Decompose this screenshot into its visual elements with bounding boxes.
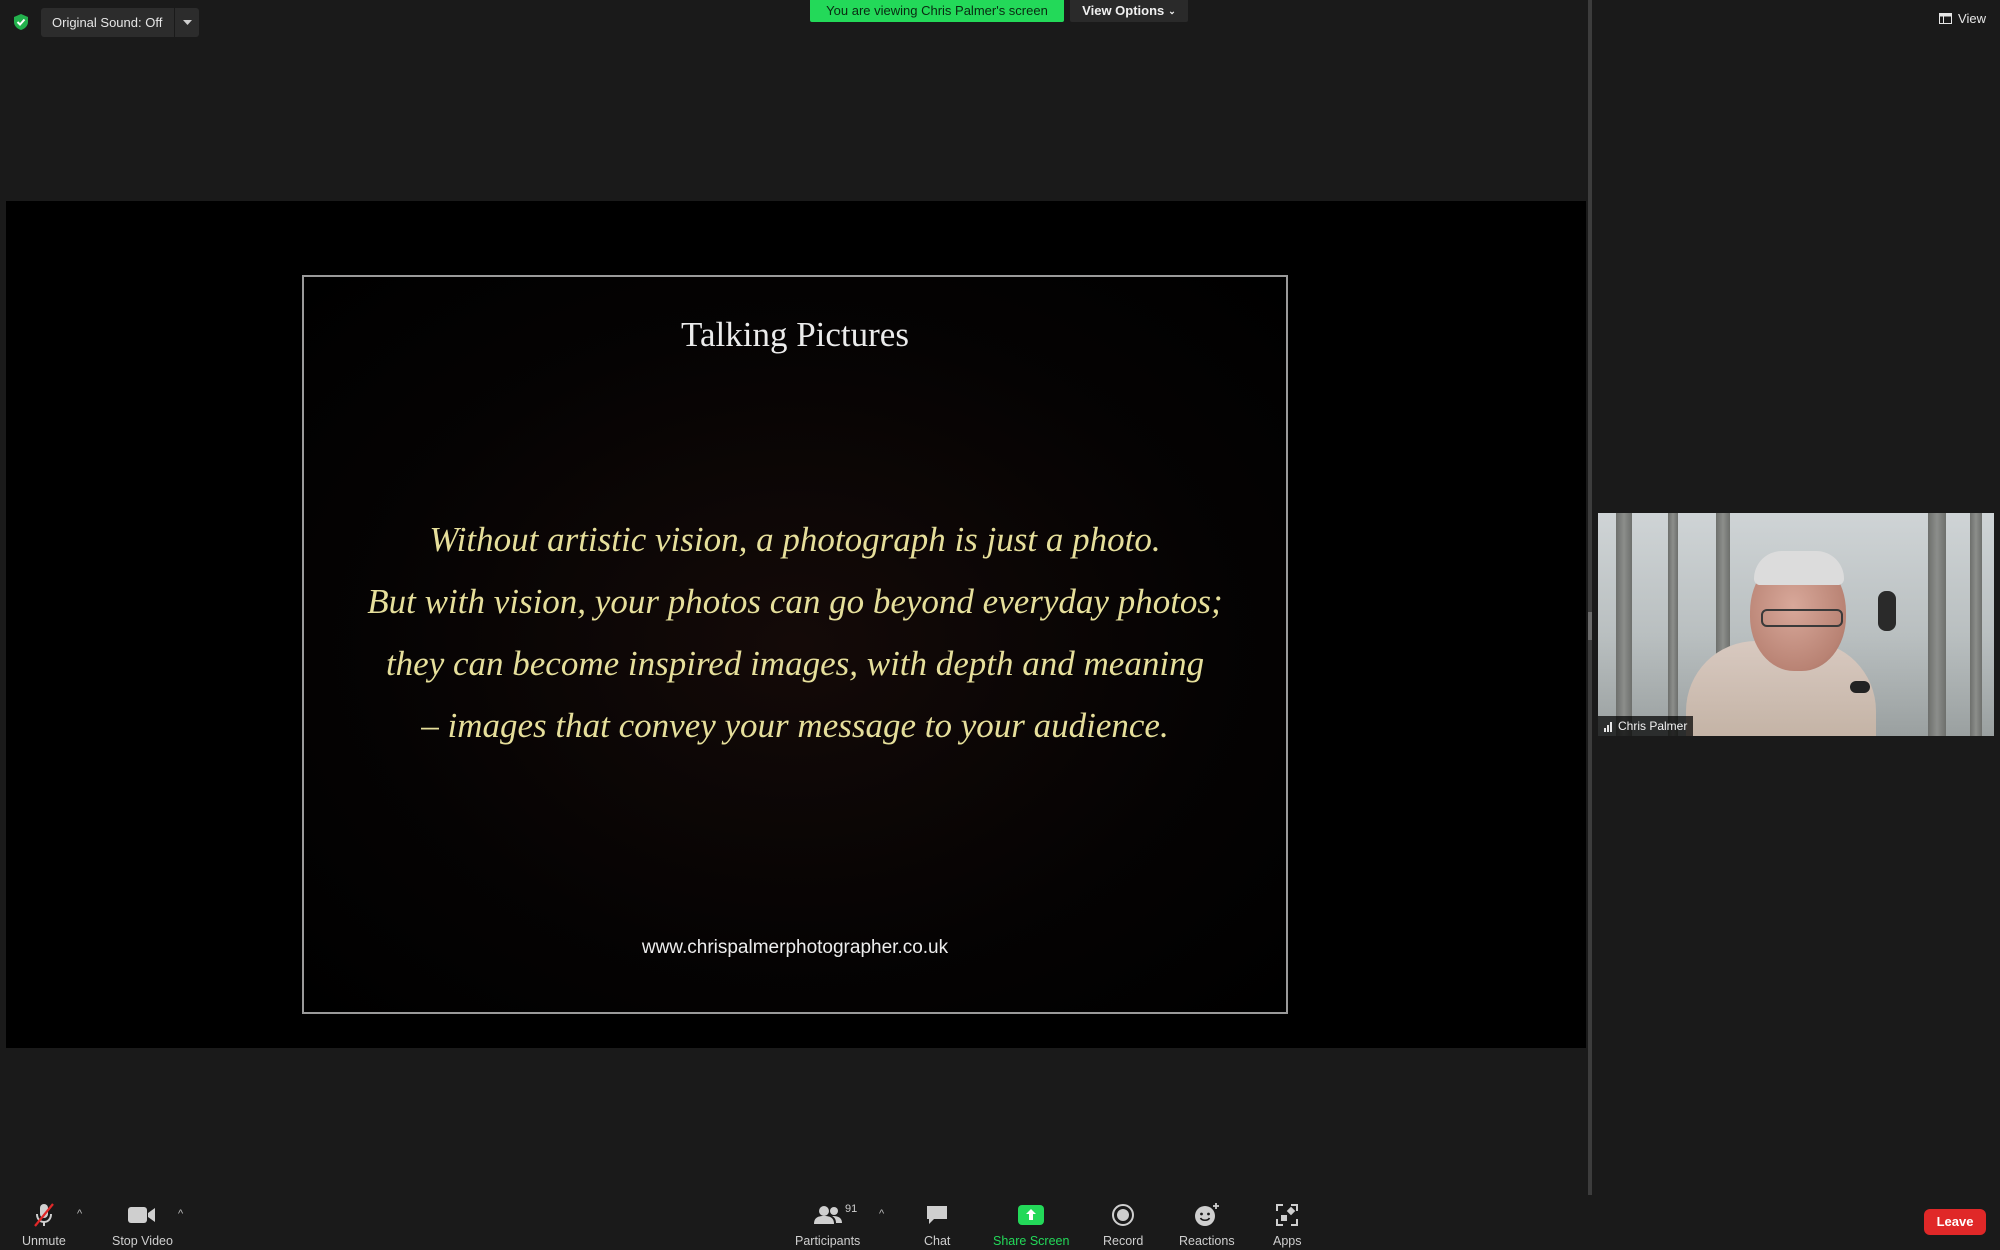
view-button[interactable]: View <box>1939 11 1986 26</box>
shared-screen[interactable]: Talking Pictures Without artistic vision… <box>6 201 1586 1048</box>
stop-video-button[interactable]: Stop Video <box>112 1202 173 1248</box>
share-screen-button[interactable]: Share Screen <box>993 1202 1069 1248</box>
slide-quote-line: – images that convey your message to you… <box>421 706 1169 745</box>
share-screen-label: Share Screen <box>993 1234 1070 1248</box>
divider-grip-handle[interactable] <box>1588 612 1592 640</box>
chat-label: Chat <box>924 1234 951 1248</box>
slide-quote: Without artistic vision, a photograph is… <box>304 509 1286 757</box>
slide-website-url: www.chrispalmerphotographer.co.uk <box>641 937 949 958</box>
view-options-button[interactable]: View Options ⌄ <box>1070 0 1188 22</box>
unmute-label: Unmute <box>22 1234 66 1248</box>
participants-label: Participants <box>795 1234 861 1248</box>
view-options-label: View Options <box>1082 3 1165 18</box>
reactions-label: Reactions <box>1179 1234 1235 1248</box>
presentation-slide: Talking Pictures Without artistic vision… <box>302 275 1288 1014</box>
original-sound-control: Original Sound: Off <box>41 8 200 37</box>
slide-title: Talking Pictures <box>681 315 909 354</box>
participant-hair <box>1754 551 1844 585</box>
grid-view-icon <box>1939 13 1953 24</box>
muted-microphone-icon <box>34 1203 54 1227</box>
slide-quote-line: Without artistic vision, a photograph is… <box>429 520 1161 559</box>
chevron-down-icon: ⌄ <box>1168 6 1176 16</box>
record-label: Record <box>1103 1234 1144 1248</box>
reactions-button[interactable]: Reactions <box>1179 1202 1235 1248</box>
signal-strength-icon <box>1604 721 1612 732</box>
background-tree <box>1928 513 1946 736</box>
background-tree <box>1668 513 1678 736</box>
leave-button[interactable]: Leave <box>1924 1209 1986 1235</box>
chevron-down-icon <box>182 19 192 25</box>
apps-label: Apps <box>1273 1234 1302 1248</box>
meeting-toolbar: Unmute ^ Stop Video ^ Participants 91 ^ <box>0 1195 2000 1250</box>
participant-name: Chris Palmer <box>1618 719 1688 733</box>
share-screen-icon <box>1018 1205 1045 1225</box>
reactions-smiley-icon <box>1194 1203 1219 1226</box>
headset-earpiece <box>1878 591 1896 631</box>
stop-video-label: Stop Video <box>112 1234 173 1248</box>
chat-bubble-icon <box>927 1206 948 1224</box>
participants-options-caret[interactable]: ^ <box>879 1208 884 1220</box>
record-icon <box>1112 1204 1135 1226</box>
view-label: View <box>1958 11 1986 26</box>
unmute-button[interactable]: Unmute <box>22 1202 66 1248</box>
participant-name-tag: Chris Palmer <box>1598 716 1694 736</box>
chat-button[interactable]: Chat <box>924 1202 950 1248</box>
panel-divider[interactable] <box>1588 0 1592 1195</box>
slide-quote-line: But with vision, your photos can go beyo… <box>367 582 1223 621</box>
participants-icon <box>813 1206 842 1224</box>
participant-video-tile[interactable]: Chris Palmer <box>1598 513 1994 736</box>
original-sound-dropdown[interactable] <box>174 8 199 37</box>
apps-icon <box>1276 1204 1299 1226</box>
apps-button[interactable]: Apps <box>1273 1202 1302 1248</box>
participant-glasses <box>1761 609 1843 627</box>
audio-options-caret[interactable]: ^ <box>77 1208 82 1220</box>
slide-quote-line: they can become inspired images, with de… <box>385 644 1205 683</box>
original-sound-button[interactable]: Original Sound: Off <box>41 8 174 37</box>
participant-count: 91 <box>845 1203 858 1215</box>
record-button[interactable]: Record <box>1103 1202 1143 1248</box>
background-tree <box>1616 513 1632 736</box>
viewing-screen-banner: You are viewing Chris Palmer's screen <box>810 0 1064 22</box>
video-options-caret[interactable]: ^ <box>178 1208 183 1220</box>
video-camera-icon <box>128 1207 156 1223</box>
headset-mic <box>1850 681 1870 693</box>
security-shield-icon[interactable] <box>12 13 30 31</box>
background-tree <box>1970 513 1982 736</box>
